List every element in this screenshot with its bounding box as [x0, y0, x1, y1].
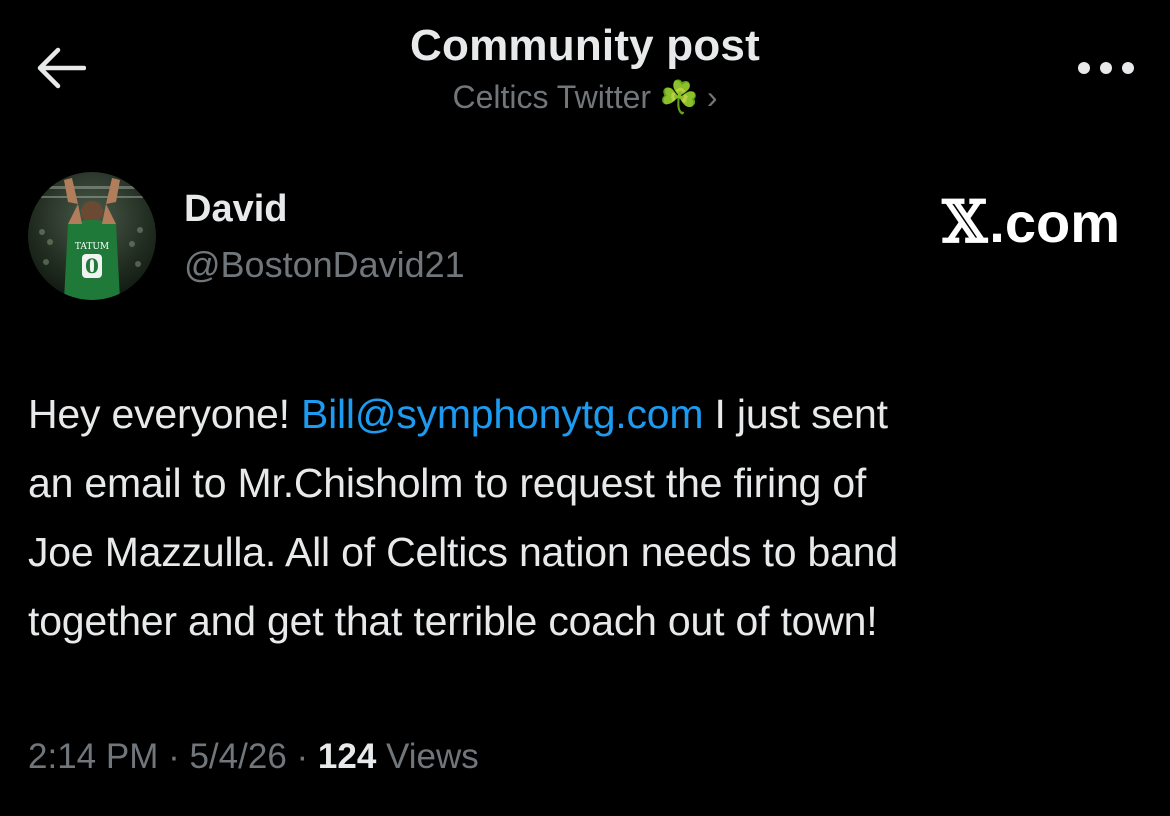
more-options-button[interactable] — [1068, 48, 1144, 88]
post-text: Hey everyone! Bill@symphonytg.com I just… — [28, 380, 1146, 656]
page-title: Community post — [410, 21, 760, 70]
views-count: 124 — [317, 737, 377, 776]
chevron-right-icon: › — [706, 79, 718, 115]
post-line-2: an email to Mr.Chisholm to request the f… — [28, 460, 867, 506]
community-link[interactable]: Celtics Twitter ☘️ › — [452, 76, 717, 118]
back-button[interactable] — [30, 40, 90, 96]
avatar-image: TATUM 0 — [28, 172, 156, 300]
author-handle[interactable]: @BostonDavid21 — [184, 242, 465, 288]
header: Community post Celtics Twitter ☘️ › — [285, 18, 885, 118]
svg-text:TATUM: TATUM — [75, 242, 109, 252]
watermark-text: .com — [989, 191, 1120, 254]
post-date[interactable]: 5/4/26 — [189, 737, 286, 776]
x-logo-icon: 𝕏 — [942, 188, 988, 256]
svg-text:0: 0 — [85, 254, 99, 278]
email-link[interactable]: Bill@symphonytg.com — [301, 391, 704, 437]
author-name[interactable]: David — [184, 186, 287, 232]
avatar[interactable]: TATUM 0 — [28, 172, 156, 300]
post-line-1: Hey everyone! Bill@symphonytg.com I just… — [28, 391, 888, 437]
meta-separator: · — [158, 737, 190, 776]
post-line-3: Joe Mazzulla. All of Celtics nation need… — [28, 529, 898, 575]
meta-separator: · — [286, 737, 318, 776]
post-line-4: together and get that terrible coach out… — [28, 598, 878, 644]
post-meta: 2:14 PM · 5/4/26 · 124 Views — [28, 732, 479, 782]
back-arrow-icon — [37, 47, 86, 89]
shamrock-icon: ☘️ — [659, 79, 699, 115]
more-dots-icon — [1078, 62, 1134, 74]
views-label: Views — [376, 737, 479, 776]
post-time[interactable]: 2:14 PM — [28, 737, 158, 776]
x-com-watermark: 𝕏 .com — [942, 190, 1120, 255]
community-name: Celtics Twitter — [452, 79, 652, 115]
